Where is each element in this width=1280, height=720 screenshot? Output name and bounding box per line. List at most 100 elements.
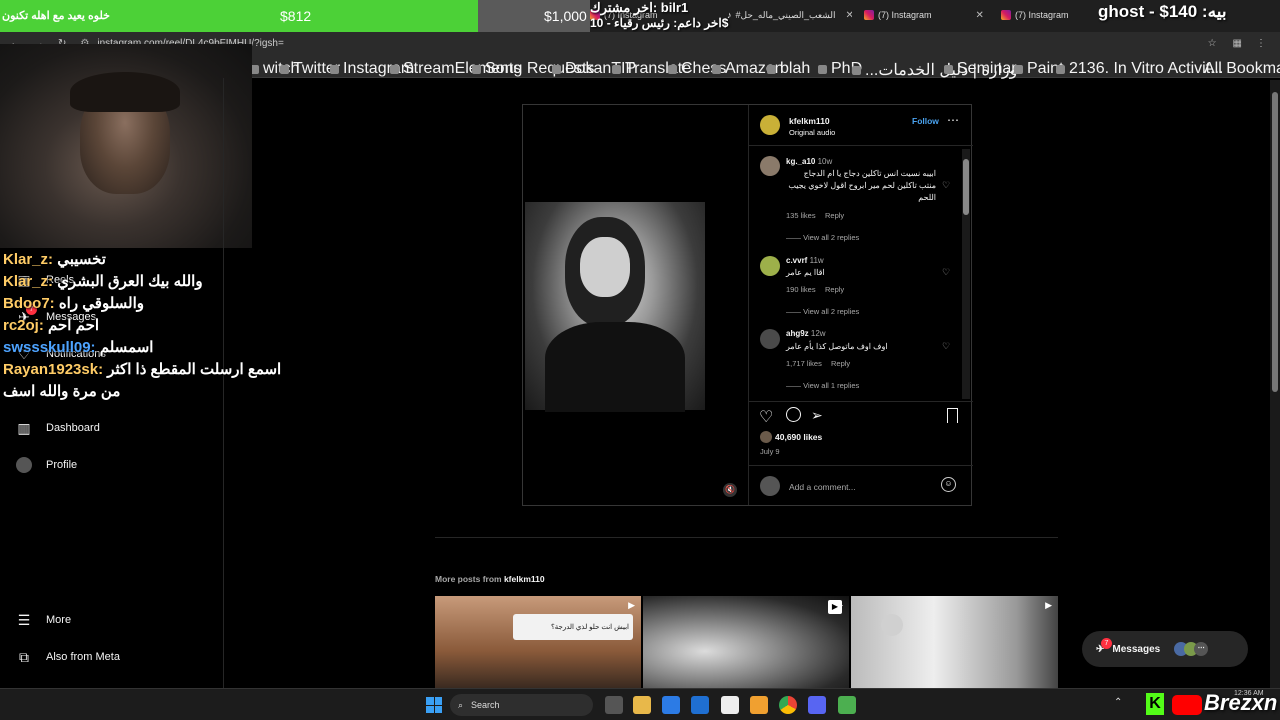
chat-text: تخسيبي [57,251,106,268]
comment-text: ابيبه نسيت انس تاكلين دجاج يا ام الدجاج … [788,169,936,202]
extensions-icon[interactable]: ▦ [1233,38,1242,49]
store-icon[interactable] [662,696,680,714]
follow-button[interactable]: Follow [912,116,939,126]
current-user-avatar [760,476,780,496]
close-icon[interactable]: ✕ [845,10,852,21]
reel-video[interactable]: 🔇 [523,105,748,505]
comment-user[interactable]: ahg9z [786,329,809,338]
tab-instagram-3[interactable]: (7) Instagram [1001,4,1096,26]
liker-avatar [760,431,772,443]
task-view-icon[interactable] [605,696,623,714]
comment-reply[interactable]: Reply [825,211,844,220]
bookmark-favicon-icon [818,64,827,74]
chat-text: والله بيك العرق البشري [57,273,203,290]
share-icon[interactable]: ➢ [811,407,823,424]
minecraft-icon[interactable] [838,696,856,714]
chat-message: Bdoo7: والسلوقي راه [3,294,144,312]
tray-chevron-icon[interactable]: ⌃ [1114,697,1122,708]
all-bookmarks-folder[interactable]: All Bookmarks [1204,60,1280,78]
view-replies[interactable]: —— View all 1 replies [786,381,859,390]
thumbnail-caption: ابيش انت حلو لذي الدرجة؟ [513,614,633,640]
page-scrollbar[interactable] [1270,80,1280,688]
chat-message: Rayan1923sk: اسمع ارسلت المقطع ذا اكثر [3,360,281,378]
comment-like-icon[interactable]: ♡ [942,267,950,278]
bookmark-item[interactable]: Seminar [944,60,1017,78]
scrollbar-thumb[interactable] [963,159,969,215]
hamburger-icon: ☰ [17,611,31,628]
last-donor: اخر داعم: رئيس رقياء - 10$ [590,16,729,30]
chrome-icon[interactable] [779,696,797,714]
reel-icon: ▶ [1045,600,1052,610]
comment-likes[interactable]: 135 likes [786,211,816,220]
bookmark-favicon-icon [767,64,776,74]
outlook-icon[interactable] [691,696,709,714]
comment-text: اقاا يم عامر [786,268,825,277]
post-thumbnail[interactable]: ▶ [643,596,849,688]
comment-time: 10w [817,157,833,166]
page-scrollbar-thumb[interactable] [1272,92,1278,392]
close-icon[interactable]: ✕ [976,10,984,21]
commenter-avatar[interactable] [760,156,780,176]
more-options-icon[interactable]: ⋯ [947,113,959,127]
sidebar-item-meta[interactable]: ⧉ Also from Meta [16,649,120,665]
tab-instagram-2[interactable]: (7) Instagram ✕ [864,4,989,26]
like-icon[interactable]: ♡ [759,407,773,427]
comment-user[interactable]: kg._a10 [786,157,815,166]
messages-pill[interactable]: ✈ Messages ⋯ [1082,631,1248,667]
discord-icon[interactable] [808,696,826,714]
comment-icon[interactable] [786,407,801,422]
mute-icon[interactable]: 🔇 [723,483,737,497]
original-audio[interactable]: Original audio [789,128,835,137]
tab-hashtag[interactable]: ♪ #الشعب_الصيني_ماله_حل ✕ [727,4,852,26]
view-replies[interactable]: —— View all 2 replies [786,307,859,316]
chat-message: swssskull09: اسمسلم [3,338,153,356]
emoji-icon[interactable]: ☺ [941,477,956,492]
file-explorer-icon[interactable] [633,696,651,714]
comment-reply[interactable]: Reply [831,359,850,368]
bookmark-star-icon[interactable]: ☆ [1208,38,1217,49]
comment-user[interactable]: c.vvrf [786,256,807,265]
goal-target: $1,000 [544,8,587,24]
bookmark-item[interactable]: 2136. In Vitro Activit... [1056,60,1223,78]
chat-text: من مرة والله اسف [3,383,121,400]
post-details-pane: kfelkm110 Original audio Follow ⋯ kg._a1… [748,105,973,505]
bookmark-favicon-icon [390,64,399,74]
chat-username: Klar_z: [3,251,58,268]
comment-likes[interactable]: 1,717 likes [786,359,822,368]
commenter-avatar[interactable] [760,329,780,349]
chat-username: Klar_z: [3,273,58,290]
comment-likes[interactable]: 190 likes [786,285,816,294]
bookmark-favicon-icon [552,64,561,74]
commenter-avatar[interactable] [760,256,780,276]
comment-header: kg._a10 10w [786,157,832,166]
menu-icon[interactable]: ⋮ [1256,38,1266,49]
video-frame [525,202,705,412]
add-comment-input[interactable]: Add a comment... [789,482,856,492]
video-subject-body [545,322,685,412]
bookmark-favicon-icon [668,64,677,74]
app-icon[interactable] [750,696,768,714]
goal-current: $812 [280,8,312,24]
bookmark-item[interactable]: blah [767,60,810,78]
windows-start-icon[interactable] [426,697,442,713]
view-replies[interactable]: —— View all 2 replies [786,233,859,242]
sidebar-item-dashboard[interactable]: ▥ Dashboard [16,420,99,436]
chat-text: اسمع ارسلت المقطع ذا اكثر [107,361,282,378]
messages-pill-badge: 7 [1101,638,1112,649]
comment-like-icon[interactable]: ♡ [942,341,950,352]
author-avatar[interactable] [760,115,780,135]
taskbar-search[interactable]: ⌕ Search [450,694,593,716]
post-thumbnail[interactable]: ▶ [851,596,1058,688]
save-icon[interactable] [947,408,958,423]
chat-username: rc2oj: [3,317,49,334]
author-username[interactable]: kfelkm110 [789,116,830,126]
likes-count[interactable]: 40,690 likes [775,432,822,442]
comment-like-icon[interactable]: ♡ [942,180,950,191]
comments-scrollbar[interactable] [962,149,970,399]
app-icon[interactable] [721,696,739,714]
more-posts-heading: More posts from kfelkm110 [435,574,545,584]
sidebar-item-more[interactable]: ☰ More [16,612,71,628]
post-thumbnail[interactable]: ابيش انت حلو لذي الدرجة؟ ▶ [435,596,641,688]
comment-reply[interactable]: Reply [825,285,844,294]
sidebar-item-profile[interactable]: Profile [16,457,77,473]
